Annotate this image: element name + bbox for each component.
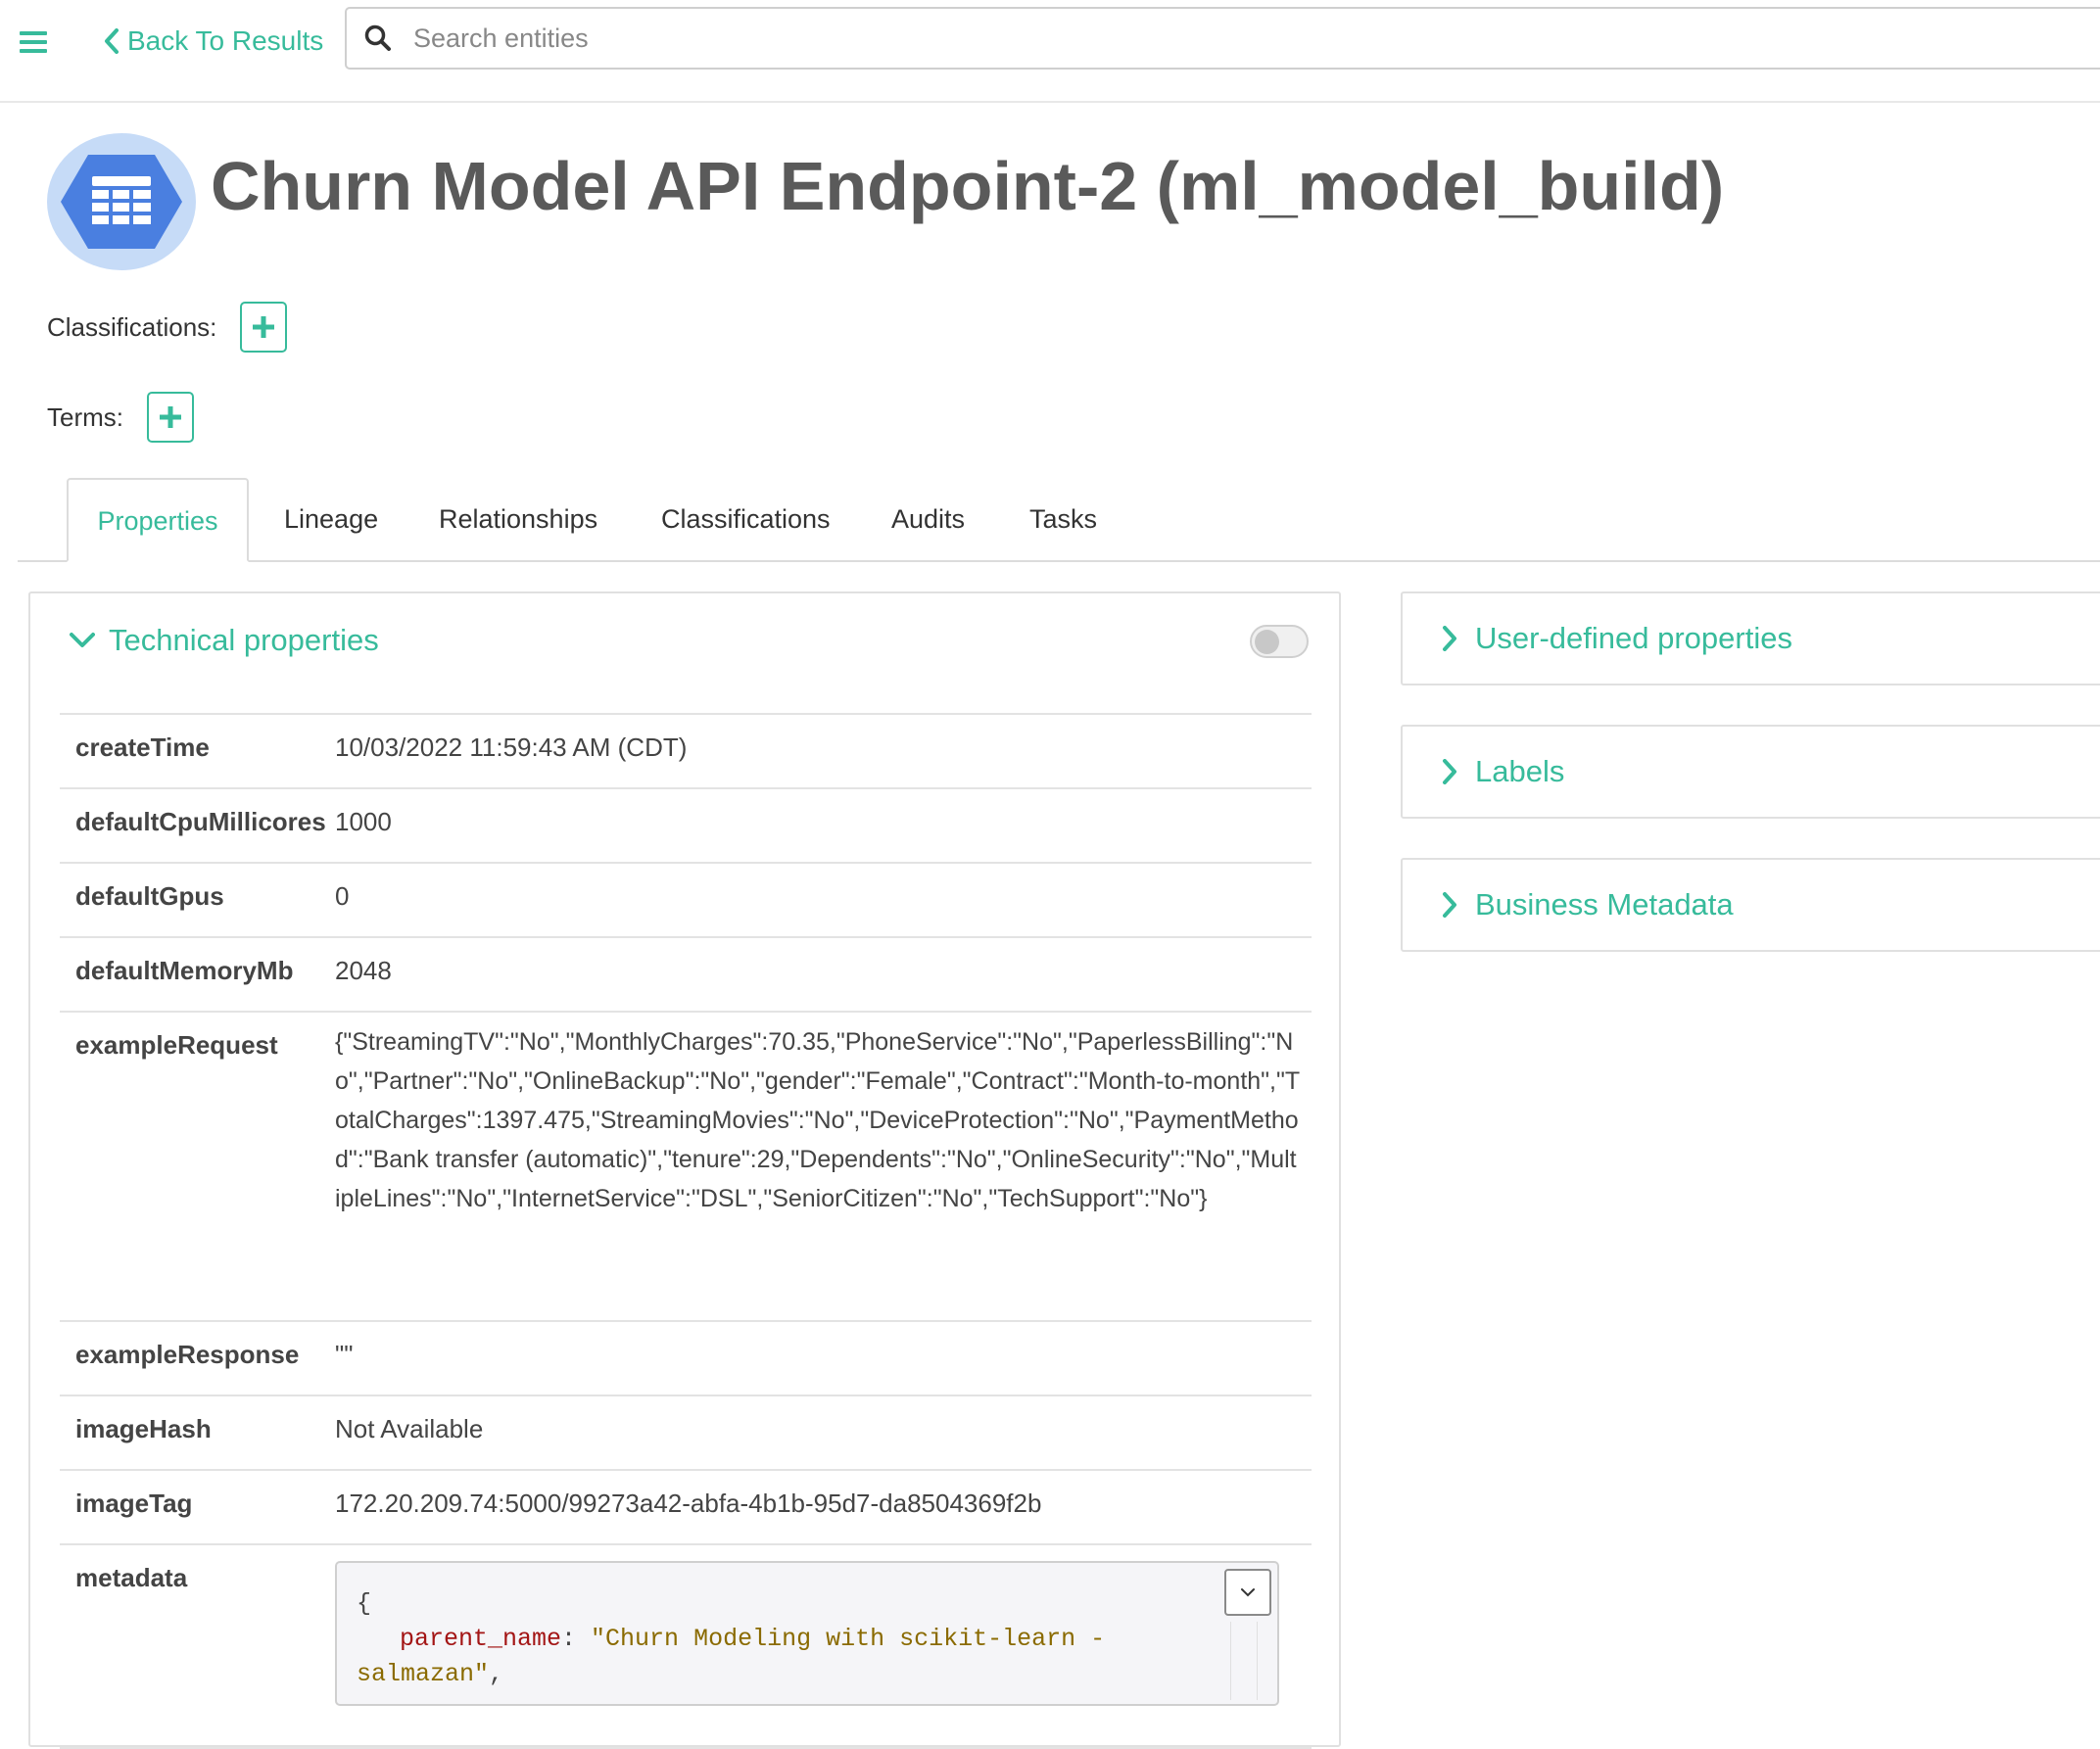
search-box[interactable] xyxy=(345,7,2100,70)
table-row: defaultCpuMillicores 1000 xyxy=(60,787,1312,862)
plus-icon xyxy=(253,316,275,338)
table-row: metadata { parent_name: "Churn Modeling … xyxy=(60,1543,1312,1749)
property-value: 0 xyxy=(335,881,350,911)
property-key: defaultCpuMillicores xyxy=(75,807,326,836)
property-value: { parent_name: "Churn Modeling with scik… xyxy=(335,1545,1312,1747)
table-row: exampleRequest {"StreamingTV":"No","Mont… xyxy=(60,1011,1312,1320)
entity-type-icon xyxy=(47,133,196,270)
toggle-knob xyxy=(1255,630,1279,654)
terms-label: Terms: xyxy=(47,402,123,432)
business-metadata-panel[interactable]: Business Metadata xyxy=(1401,858,2100,952)
table-row: imageTag 172.20.209.74:5000/99273a42-abf… xyxy=(60,1469,1312,1543)
property-value: 10/03/2022 11:59:43 AM (CDT) xyxy=(335,733,688,762)
entity-title: Churn Model API Endpoint-2 (ml_model_bui… xyxy=(211,148,1725,224)
tab-audits[interactable]: Audits xyxy=(891,478,965,560)
classifications-row: Classifications: xyxy=(47,302,288,353)
properties-table: createTime 10/03/2022 11:59:43 AM (CDT) … xyxy=(60,713,1312,1749)
json-scrollbar[interactable] xyxy=(1230,1622,1258,1700)
chevron-left-icon xyxy=(105,28,119,54)
json-string-value-cont: salmazan" xyxy=(357,1660,490,1688)
table-grid-icon xyxy=(61,155,182,249)
hamburger-menu-icon[interactable] xyxy=(20,31,47,53)
labels-title: Labels xyxy=(1475,754,1565,788)
tab-properties[interactable]: Properties xyxy=(67,478,249,562)
chevron-right-icon xyxy=(1443,759,1456,784)
technical-properties-header[interactable]: Technical properties xyxy=(70,623,379,658)
terms-row: Terms: xyxy=(47,392,194,443)
tab-classifications[interactable]: Classifications xyxy=(661,478,831,560)
property-key: exampleRequest xyxy=(75,1030,278,1060)
tab-lineage[interactable]: Lineage xyxy=(284,478,378,560)
chevron-down-icon xyxy=(1241,1588,1255,1597)
detail-tabs: Properties Lineage Relationships Classif… xyxy=(18,478,2100,562)
user-defined-properties-title: User-defined properties xyxy=(1475,621,1792,655)
chevron-right-icon xyxy=(1443,892,1456,918)
technical-properties-panel: Technical properties createTime 10/03/20… xyxy=(28,591,1341,1749)
metadata-json-viewer[interactable]: { parent_name: "Churn Modeling with scik… xyxy=(335,1561,1279,1706)
classifications-label: Classifications: xyxy=(47,311,217,342)
table-row: defaultMemoryMb 2048 xyxy=(60,936,1312,1011)
property-key: defaultMemoryMb xyxy=(75,956,294,985)
labels-header[interactable]: Labels xyxy=(1442,727,1564,817)
business-metadata-header[interactable]: Business Metadata xyxy=(1442,860,1734,950)
plus-icon xyxy=(160,406,181,428)
search-icon xyxy=(364,24,391,51)
user-defined-properties-header[interactable]: User-defined properties xyxy=(1442,593,1792,684)
search-input[interactable] xyxy=(411,22,1885,55)
property-key: createTime xyxy=(75,733,210,762)
property-value: Not Available xyxy=(335,1414,484,1443)
tab-tasks[interactable]: Tasks xyxy=(1029,478,1097,560)
property-key: defaultGpus xyxy=(75,881,224,911)
json-string-value: "Churn Modeling with scikit-learn - xyxy=(591,1625,1106,1653)
technical-properties-toggle[interactable] xyxy=(1250,625,1309,658)
technical-properties-title: Technical properties xyxy=(109,623,379,657)
property-value: {"StreamingTV":"No","MonthlyCharges":70.… xyxy=(335,1028,1301,1212)
chevron-right-icon xyxy=(1443,626,1456,651)
property-value: 2048 xyxy=(335,956,392,985)
add-term-button[interactable] xyxy=(147,392,194,443)
property-key: exampleResponse xyxy=(75,1340,300,1369)
table-row: defaultGpus 0 xyxy=(60,862,1312,936)
chevron-down-icon xyxy=(70,633,95,647)
table-row: createTime 10/03/2022 11:59:43 AM (CDT) xyxy=(60,713,1312,787)
tab-relationships[interactable]: Relationships xyxy=(439,478,597,560)
back-to-results-link[interactable]: Back To Results xyxy=(104,22,323,61)
json-colon: : xyxy=(561,1625,592,1653)
table-row: exampleResponse "" xyxy=(60,1320,1312,1394)
table-row: imageHash Not Available xyxy=(60,1394,1312,1469)
expand-json-button[interactable] xyxy=(1224,1569,1271,1616)
add-classification-button[interactable] xyxy=(240,302,288,353)
user-defined-properties-panel[interactable]: User-defined properties xyxy=(1401,591,2100,685)
business-metadata-title: Business Metadata xyxy=(1475,887,1734,922)
property-value: "" xyxy=(335,1340,354,1369)
json-key: parent_name xyxy=(400,1625,562,1653)
property-key: imageTag xyxy=(75,1489,193,1518)
json-open-brace: { xyxy=(357,1589,372,1618)
property-value: 172.20.209.74:5000/99273a42-abfa-4b1b-95… xyxy=(335,1489,1042,1518)
back-to-results-label: Back To Results xyxy=(127,25,324,56)
labels-panel[interactable]: Labels xyxy=(1401,725,2100,819)
property-key: imageHash xyxy=(75,1414,212,1443)
property-key: metadata xyxy=(75,1563,188,1592)
property-value: 1000 xyxy=(335,807,392,836)
top-bar: Back To Results xyxy=(0,0,2100,103)
json-comma: , xyxy=(489,1660,504,1688)
